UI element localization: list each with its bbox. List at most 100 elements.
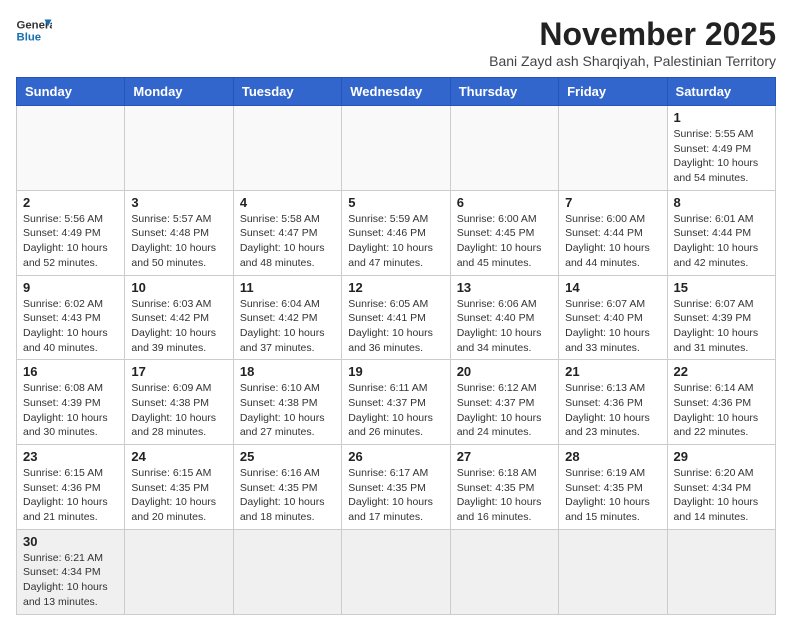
- day-cell-27: 27 Sunrise: 6:18 AM Sunset: 4:35 PM Dayli…: [450, 445, 558, 530]
- day-cell-2: 2Sunrise: 5:56 AM Sunset: 4:49 PM Daylig…: [17, 190, 125, 275]
- day-number: 27: [457, 449, 552, 464]
- day-number: 23: [23, 449, 118, 464]
- day-number: 17: [131, 364, 226, 379]
- day-info: Sunrise: 5:57 AM Sunset: 4:48 PM Dayligh…: [131, 212, 226, 271]
- day-number: 25: [240, 449, 335, 464]
- day-cell-23: 23 Sunrise: 6:15 AM Sunset: 4:36 PM Dayli…: [17, 445, 125, 530]
- weekday-header-thursday: Thursday: [450, 78, 558, 106]
- day-number: 28: [565, 449, 660, 464]
- empty-cell: [17, 106, 125, 191]
- day-info: Sunrise: 6:07 AM Sunset: 4:40 PM Dayligh…: [565, 297, 660, 356]
- day-number: 30: [23, 534, 118, 549]
- day-number: 24: [131, 449, 226, 464]
- weekday-header-friday: Friday: [559, 78, 667, 106]
- day-cell-13: 13Sunrise: 6:06 AM Sunset: 4:40 PM Dayli…: [450, 275, 558, 360]
- day-info: Sunrise: 5:56 AM Sunset: 4:49 PM Dayligh…: [23, 212, 118, 271]
- day-cell-8: 8 Sunrise: 6:01 AM Sunset: 4:44 PM Daylig…: [667, 190, 775, 275]
- day-info: Sunrise: 6:05 AM Sunset: 4:41 PM Dayligh…: [348, 297, 443, 356]
- day-number: 10: [131, 280, 226, 295]
- day-info: Sunrise: 5:59 AM Sunset: 4:46 PM Dayligh…: [348, 212, 443, 271]
- svg-text:Blue: Blue: [17, 32, 42, 44]
- day-number: 22: [674, 364, 769, 379]
- day-info: Sunrise: 6:19 AM Sunset: 4:35 PM Dayligh…: [565, 466, 660, 525]
- weekday-header-tuesday: Tuesday: [233, 78, 341, 106]
- day-cell-28: 28 Sunrise: 6:19 AM Sunset: 4:35 PM Dayli…: [559, 445, 667, 530]
- day-cell-14: 14Sunrise: 6:07 AM Sunset: 4:40 PM Dayli…: [559, 275, 667, 360]
- day-info: Sunrise: 6:03 AM Sunset: 4:42 PM Dayligh…: [131, 297, 226, 356]
- empty-cell: [559, 529, 667, 614]
- day-number: 20: [457, 364, 552, 379]
- day-info: Sunrise: 6:16 AM Sunset: 4:35 PM Dayligh…: [240, 466, 335, 525]
- day-number: 15: [674, 280, 769, 295]
- empty-cell: [342, 106, 450, 191]
- empty-cell: [233, 106, 341, 191]
- empty-cell: [342, 529, 450, 614]
- empty-cell: [667, 529, 775, 614]
- location-subtitle: Bani Zayd ash Sharqiyah, Palestinian Ter…: [489, 53, 776, 69]
- day-info: Sunrise: 6:12 AM Sunset: 4:37 PM Dayligh…: [457, 381, 552, 440]
- empty-cell: [233, 529, 341, 614]
- calendar-row-0: 1Sunrise: 5:55 AM Sunset: 4:49 PM Daylig…: [17, 106, 776, 191]
- day-cell-1: 1Sunrise: 5:55 AM Sunset: 4:49 PM Daylig…: [667, 106, 775, 191]
- day-cell-15: 15 Sunrise: 6:07 AM Sunset: 4:39 PM Dayli…: [667, 275, 775, 360]
- day-info: Sunrise: 6:18 AM Sunset: 4:35 PM Dayligh…: [457, 466, 552, 525]
- day-cell-24: 24Sunrise: 6:15 AM Sunset: 4:35 PM Dayli…: [125, 445, 233, 530]
- day-number: 8: [674, 195, 769, 210]
- day-info: Sunrise: 6:11 AM Sunset: 4:37 PM Dayligh…: [348, 381, 443, 440]
- day-info: Sunrise: 6:17 AM Sunset: 4:35 PM Dayligh…: [348, 466, 443, 525]
- day-cell-17: 17 Sunrise: 6:09 AM Sunset: 4:38 PM Dayli…: [125, 360, 233, 445]
- day-info: Sunrise: 6:04 AM Sunset: 4:42 PM Dayligh…: [240, 297, 335, 356]
- page-header: General Blue November 2025 Bani Zayd ash…: [16, 16, 776, 69]
- day-number: 29: [674, 449, 769, 464]
- day-number: 7: [565, 195, 660, 210]
- day-number: 12: [348, 280, 443, 295]
- day-cell-20: 20 Sunrise: 6:12 AM Sunset: 4:37 PM Dayli…: [450, 360, 558, 445]
- calendar-row-5: 30 Sunrise: 6:21 AM Sunset: 4:34 PM Dayli…: [17, 529, 776, 614]
- day-info: Sunrise: 5:58 AM Sunset: 4:47 PM Dayligh…: [240, 212, 335, 271]
- weekday-header-saturday: Saturday: [667, 78, 775, 106]
- day-info: Sunrise: 6:07 AM Sunset: 4:39 PM Dayligh…: [674, 297, 769, 356]
- day-cell-7: 7 Sunrise: 6:00 AM Sunset: 4:44 PM Daylig…: [559, 190, 667, 275]
- day-number: 4: [240, 195, 335, 210]
- calendar-row-3: 16Sunrise: 6:08 AM Sunset: 4:39 PM Dayli…: [17, 360, 776, 445]
- day-cell-5: 5Sunrise: 5:59 AM Sunset: 4:46 PM Daylig…: [342, 190, 450, 275]
- day-cell-30: 30 Sunrise: 6:21 AM Sunset: 4:34 PM Dayli…: [17, 529, 125, 614]
- month-title: November 2025: [489, 16, 776, 53]
- day-info: Sunrise: 6:20 AM Sunset: 4:34 PM Dayligh…: [674, 466, 769, 525]
- day-number: 1: [674, 110, 769, 125]
- calendar-row-4: 23 Sunrise: 6:15 AM Sunset: 4:36 PM Dayli…: [17, 445, 776, 530]
- day-number: 11: [240, 280, 335, 295]
- day-number: 21: [565, 364, 660, 379]
- day-cell-6: 6 Sunrise: 6:00 AM Sunset: 4:45 PM Daylig…: [450, 190, 558, 275]
- day-cell-25: 25 Sunrise: 6:16 AM Sunset: 4:35 PM Dayli…: [233, 445, 341, 530]
- day-cell-22: 22 Sunrise: 6:14 AM Sunset: 4:36 PM Dayli…: [667, 360, 775, 445]
- day-number: 6: [457, 195, 552, 210]
- day-cell-3: 3Sunrise: 5:57 AM Sunset: 4:48 PM Daylig…: [125, 190, 233, 275]
- day-info: Sunrise: 6:01 AM Sunset: 4:44 PM Dayligh…: [674, 212, 769, 271]
- day-cell-4: 4 Sunrise: 5:58 AM Sunset: 4:47 PM Daylig…: [233, 190, 341, 275]
- day-cell-18: 18Sunrise: 6:10 AM Sunset: 4:38 PM Dayli…: [233, 360, 341, 445]
- day-cell-26: 26Sunrise: 6:17 AM Sunset: 4:35 PM Dayli…: [342, 445, 450, 530]
- empty-cell: [450, 106, 558, 191]
- day-info: Sunrise: 6:13 AM Sunset: 4:36 PM Dayligh…: [565, 381, 660, 440]
- calendar-row-2: 9Sunrise: 6:02 AM Sunset: 4:43 PM Daylig…: [17, 275, 776, 360]
- title-area: November 2025 Bani Zayd ash Sharqiyah, P…: [489, 16, 776, 69]
- day-cell-19: 19Sunrise: 6:11 AM Sunset: 4:37 PM Dayli…: [342, 360, 450, 445]
- day-cell-10: 10 Sunrise: 6:03 AM Sunset: 4:42 PM Dayli…: [125, 275, 233, 360]
- day-info: Sunrise: 6:00 AM Sunset: 4:45 PM Dayligh…: [457, 212, 552, 271]
- logo: General Blue: [16, 16, 52, 44]
- day-info: Sunrise: 6:21 AM Sunset: 4:34 PM Dayligh…: [23, 551, 118, 610]
- day-info: Sunrise: 6:15 AM Sunset: 4:36 PM Dayligh…: [23, 466, 118, 525]
- empty-cell: [559, 106, 667, 191]
- logo-icon: General Blue: [16, 16, 52, 44]
- calendar-table: SundayMondayTuesdayWednesdayThursdayFrid…: [16, 77, 776, 615]
- day-cell-29: 29 Sunrise: 6:20 AM Sunset: 4:34 PM Dayli…: [667, 445, 775, 530]
- empty-cell: [125, 529, 233, 614]
- weekday-header-monday: Monday: [125, 78, 233, 106]
- day-info: Sunrise: 6:00 AM Sunset: 4:44 PM Dayligh…: [565, 212, 660, 271]
- day-info: Sunrise: 6:14 AM Sunset: 4:36 PM Dayligh…: [674, 381, 769, 440]
- day-cell-12: 12 Sunrise: 6:05 AM Sunset: 4:41 PM Dayli…: [342, 275, 450, 360]
- day-info: Sunrise: 6:09 AM Sunset: 4:38 PM Dayligh…: [131, 381, 226, 440]
- day-info: Sunrise: 6:10 AM Sunset: 4:38 PM Dayligh…: [240, 381, 335, 440]
- day-cell-21: 21 Sunrise: 6:13 AM Sunset: 4:36 PM Dayli…: [559, 360, 667, 445]
